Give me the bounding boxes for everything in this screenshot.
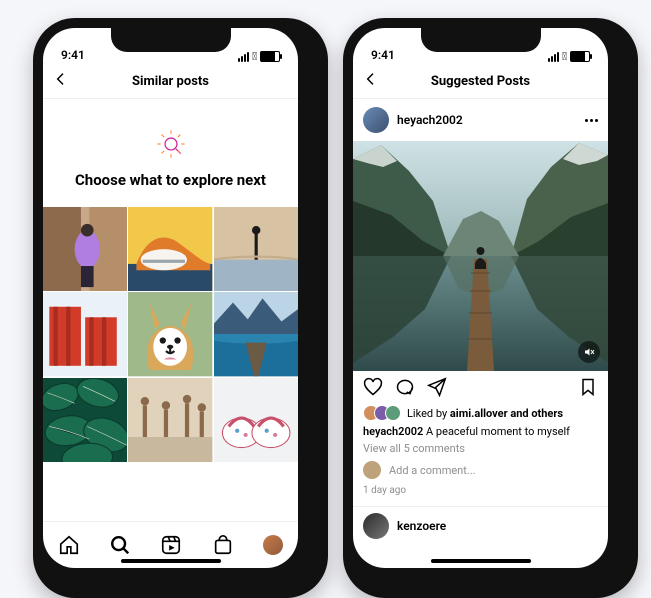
phone-mockup-right: 9:41 􀙇 Suggested Posts heyach2002 [343, 18, 638, 598]
mute-icon[interactable] [578, 341, 600, 363]
page-title: Suggested Posts [431, 74, 530, 89]
liked-by-prefix: Liked by [407, 407, 447, 420]
explore-grid [43, 207, 298, 462]
nav-bar: Suggested Posts [353, 64, 608, 99]
caption-text: A peaceful moment to myself [426, 425, 570, 438]
wifi-icon: 􀙇 [562, 51, 567, 62]
grid-cell[interactable] [214, 378, 298, 462]
author-username: heyach2002 [397, 113, 463, 127]
signal-icon [548, 52, 559, 62]
post-media[interactable] [353, 141, 608, 371]
grid-cell[interactable] [128, 207, 212, 291]
likes-row[interactable]: Liked by aimi.allover and others [353, 403, 608, 423]
home-indicator [431, 559, 531, 563]
back-button[interactable] [53, 71, 69, 91]
grid-cell[interactable] [128, 292, 212, 376]
signal-icon [238, 52, 249, 62]
post-actions [353, 371, 608, 403]
grid-cell[interactable] [43, 378, 127, 462]
liked-by-user: aimi.allover [450, 407, 508, 420]
caption-username[interactable]: heyach2002 [363, 425, 423, 438]
home-indicator [121, 559, 221, 563]
tab-profile[interactable] [263, 535, 283, 555]
liked-by-others: and others [510, 407, 563, 420]
nav-bar: Similar posts [43, 64, 298, 99]
self-avatar [363, 461, 381, 479]
explore-sparkle-icon [154, 127, 188, 161]
post-more-button[interactable] [585, 119, 598, 122]
next-post-header[interactable]: kenzoere [353, 506, 608, 545]
grid-cell[interactable] [43, 292, 127, 376]
view-comments-link[interactable]: View all 5 comments [353, 440, 608, 457]
tab-reels[interactable] [160, 534, 182, 556]
add-comment-placeholder: Add a comment... [389, 464, 476, 477]
save-button[interactable] [578, 377, 598, 401]
device-notch [111, 28, 231, 52]
grid-cell[interactable] [214, 292, 298, 376]
post-header: heyach2002 [353, 99, 608, 141]
status-time: 9:41 [371, 48, 395, 62]
post-author[interactable]: heyach2002 [363, 107, 463, 133]
back-button[interactable] [363, 71, 379, 91]
explore-heading: Choose what to explore next [75, 171, 266, 189]
tab-home[interactable] [58, 534, 80, 556]
like-button[interactable] [363, 377, 383, 401]
add-comment-row[interactable]: Add a comment... [353, 457, 608, 483]
avatar [363, 107, 389, 133]
tab-shop[interactable] [212, 534, 234, 556]
next-post-username: kenzoere [397, 519, 446, 533]
grid-cell[interactable] [43, 207, 127, 291]
grid-cell[interactable] [128, 378, 212, 462]
phone-mockup-left: 9:41 􀙇 Similar posts [33, 18, 328, 598]
wifi-icon: 􀙇 [252, 51, 257, 62]
device-notch [421, 28, 541, 52]
page-title: Similar posts [132, 74, 209, 89]
battery-icon [570, 51, 590, 62]
avatar [363, 513, 389, 539]
post-caption: heyach2002 A peaceful moment to myself [353, 423, 608, 440]
post-age: 1 day ago [353, 483, 608, 506]
comment-button[interactable] [395, 377, 415, 401]
status-time: 9:41 [61, 48, 85, 62]
share-button[interactable] [427, 377, 447, 401]
battery-icon [260, 51, 280, 62]
tab-search[interactable] [109, 534, 131, 556]
liker-avatars [363, 405, 401, 421]
grid-cell[interactable] [214, 207, 298, 291]
